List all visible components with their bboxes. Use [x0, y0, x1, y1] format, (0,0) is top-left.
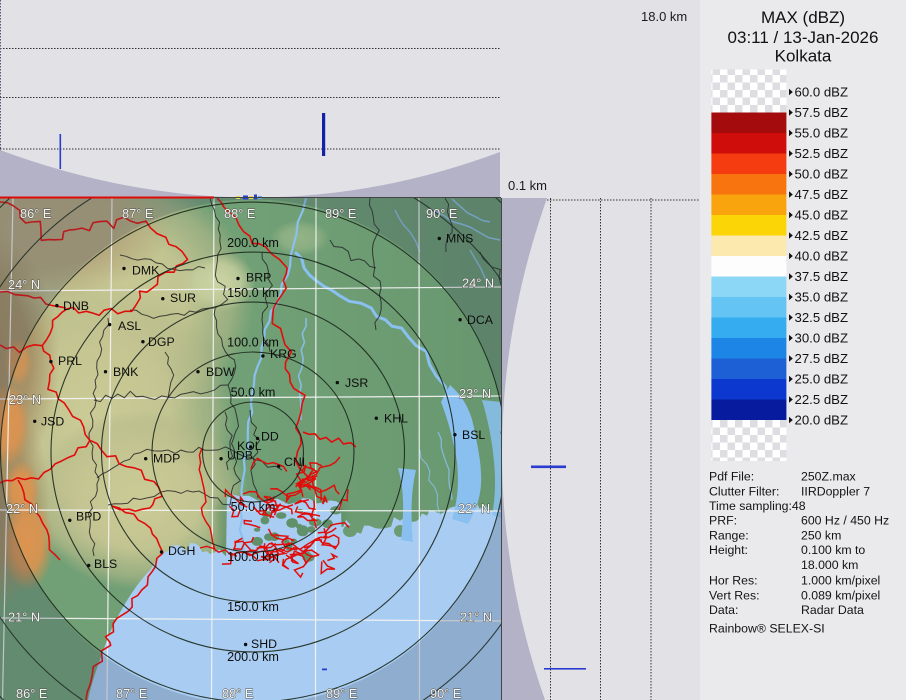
svg-text:Range:: Range: [709, 528, 749, 542]
svg-text:87° E: 87° E [122, 206, 153, 221]
svg-text:Data:: Data: [709, 603, 738, 617]
svg-text:250 km: 250 km [801, 528, 841, 542]
svg-text:200.0 km: 200.0 km [227, 236, 279, 250]
svg-text:25.0 dBZ: 25.0 dBZ [795, 372, 849, 387]
svg-text:23° N: 23° N [459, 386, 491, 401]
svg-text:PRL: PRL [58, 354, 82, 368]
svg-text:JSD: JSD [41, 415, 64, 429]
svg-text:22.5 dBZ: 22.5 dBZ [795, 392, 849, 407]
svg-text:Height:: Height: [709, 543, 748, 557]
svg-text:UDB: UDB [227, 449, 253, 463]
svg-text:KRG: KRG [270, 347, 297, 361]
svg-text:90° E: 90° E [430, 686, 461, 700]
svg-text:BPD: BPD [76, 510, 101, 524]
svg-text:BRP: BRP [246, 271, 271, 285]
svg-text:DNB: DNB [63, 299, 89, 313]
svg-text:BNK: BNK [113, 365, 139, 379]
svg-text:50.0 km: 50.0 km [231, 386, 276, 400]
svg-text:MDP: MDP [153, 452, 180, 466]
svg-text:0.089 km/pixel: 0.089 km/pixel [801, 588, 880, 602]
svg-text:60.0 dBZ: 60.0 dBZ [795, 85, 849, 100]
svg-text:40.0 dBZ: 40.0 dBZ [795, 249, 849, 264]
svg-text:52.5 dBZ: 52.5 dBZ [795, 146, 849, 161]
svg-text:32.5 dBZ: 32.5 dBZ [795, 310, 849, 325]
svg-text:Radar Data: Radar Data [801, 603, 864, 617]
svg-text:50.0 km: 50.0 km [231, 500, 276, 514]
svg-text:JSR: JSR [345, 376, 368, 390]
svg-text:87° E: 87° E [116, 686, 147, 700]
svg-text:42.5 dBZ: 42.5 dBZ [795, 228, 849, 243]
svg-text:0.100 km to: 0.100 km to [801, 543, 865, 557]
svg-text:DGH: DGH [168, 544, 195, 558]
svg-text:21° N: 21° N [460, 610, 492, 625]
svg-text:BLS: BLS [94, 557, 117, 571]
svg-text:88° E: 88° E [222, 686, 253, 700]
svg-text:22° N: 22° N [6, 501, 38, 516]
svg-text:03:11 / 13-Jan-2026: 03:11 / 13-Jan-2026 [728, 28, 879, 47]
svg-text:BSL: BSL [462, 428, 485, 442]
svg-text:90° E: 90° E [426, 206, 457, 221]
svg-text:200.0 km: 200.0 km [227, 650, 279, 664]
svg-text:86° E: 86° E [20, 206, 51, 221]
svg-text:Hor Res:: Hor Res: [709, 574, 758, 588]
svg-text:Clutter Filter:: Clutter Filter: [709, 484, 779, 498]
svg-text:150.0 km: 150.0 km [227, 286, 279, 300]
svg-text:DCA: DCA [467, 313, 494, 327]
svg-text:150.0 km: 150.0 km [227, 600, 279, 614]
svg-text:45.0 dBZ: 45.0 dBZ [795, 208, 849, 223]
svg-text:88° E: 88° E [224, 206, 255, 221]
svg-text:KHL: KHL [384, 412, 408, 426]
svg-text:30.0 dBZ: 30.0 dBZ [795, 331, 849, 346]
svg-text:22° N: 22° N [458, 501, 490, 516]
svg-text:35.0 dBZ: 35.0 dBZ [795, 290, 849, 305]
svg-text:Pdf File:: Pdf File: [709, 470, 754, 484]
svg-text:18.0 km: 18.0 km [641, 9, 687, 24]
svg-text:57.5 dBZ: 57.5 dBZ [795, 105, 849, 120]
svg-text:27.5 dBZ: 27.5 dBZ [795, 351, 849, 366]
svg-text:600 Hz / 450 Hz: 600 Hz / 450 Hz [801, 514, 889, 528]
svg-text:250Z.max: 250Z.max [801, 470, 857, 484]
svg-text:0.1 km: 0.1 km [508, 178, 547, 193]
svg-text:37.5 dBZ: 37.5 dBZ [795, 269, 849, 284]
svg-text:DMK: DMK [132, 264, 160, 278]
svg-text:DGP: DGP [148, 335, 175, 349]
svg-text:24° N: 24° N [462, 276, 494, 291]
svg-text:IIRDoppler 7: IIRDoppler 7 [801, 484, 870, 498]
svg-text:BDW: BDW [206, 365, 235, 379]
svg-text:20.0 dBZ: 20.0 dBZ [795, 413, 849, 428]
svg-text:47.5 dBZ: 47.5 dBZ [795, 187, 849, 202]
svg-text:Kolkata: Kolkata [775, 47, 832, 66]
svg-text:ASL: ASL [118, 319, 141, 333]
svg-text:89° E: 89° E [326, 686, 357, 700]
svg-text:55.0 dBZ: 55.0 dBZ [795, 126, 849, 141]
svg-text:21° N: 21° N [8, 610, 40, 625]
svg-text:1.000 km/pixel: 1.000 km/pixel [801, 574, 880, 588]
svg-text:100.0 km: 100.0 km [227, 550, 279, 564]
svg-text:CNI: CNI [284, 455, 305, 469]
svg-text:Rainbow® SELEX-SI: Rainbow® SELEX-SI [709, 622, 825, 636]
svg-text:SHD: SHD [251, 637, 277, 651]
svg-text:24° N: 24° N [8, 277, 40, 292]
svg-text:50.0 dBZ: 50.0 dBZ [795, 167, 849, 182]
svg-text:MNS: MNS [446, 232, 473, 246]
svg-text:Time sampling:48: Time sampling:48 [709, 499, 806, 513]
svg-text:MAX (dBZ): MAX (dBZ) [761, 8, 845, 27]
svg-text:86° E: 86° E [16, 686, 47, 700]
svg-text:Vert Res:: Vert Res: [709, 588, 760, 602]
svg-text:18.000 km: 18.000 km [801, 558, 858, 572]
svg-text:SUR: SUR [170, 291, 196, 305]
svg-text:89° E: 89° E [325, 206, 356, 221]
svg-text:23° N: 23° N [9, 392, 41, 407]
svg-text:DD: DD [261, 430, 279, 444]
svg-text:PRF:: PRF: [709, 514, 737, 528]
